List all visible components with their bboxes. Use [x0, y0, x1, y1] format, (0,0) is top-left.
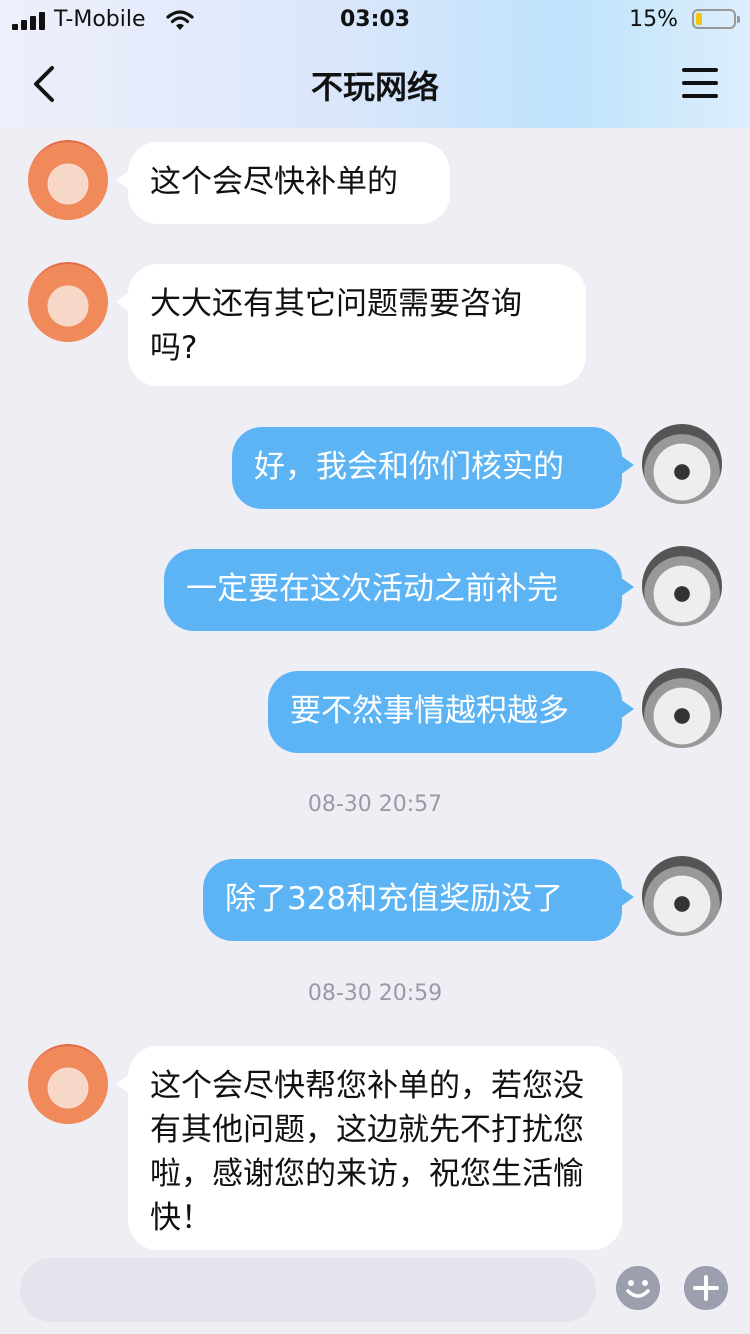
message-input[interactable]: [20, 1258, 596, 1322]
message-bubble-incoming[interactable]: 这个会尽快补单的: [116, 142, 450, 224]
message-text: 好，我会和你们核实的: [254, 449, 564, 485]
message-bubble-outgoing[interactable]: 要不然事情越积越多: [268, 671, 634, 753]
smiley-icon[interactable]: [616, 1266, 660, 1310]
timestamp: 08-30 20:59: [307, 981, 443, 1006]
chat-title: 不玩网络: [310, 68, 439, 106]
message-text: 除了328和充值奖励没了: [225, 881, 564, 917]
user-avatar[interactable]: [642, 424, 722, 504]
status-bar: T-Mobile 03:03 15%: [0, 0, 750, 40]
agent-avatar[interactable]: [28, 1044, 108, 1124]
message-text: 一定要在这次活动之前补完: [186, 571, 558, 607]
message-bubble-outgoing[interactable]: 一定要在这次活动之前补完: [164, 549, 634, 631]
agent-avatar[interactable]: [28, 140, 108, 220]
user-avatar[interactable]: [642, 856, 722, 936]
user-avatar[interactable]: [642, 546, 722, 626]
message-bubble-incoming[interactable]: 大大还有其它问题需要咨询吗?: [116, 264, 586, 386]
hamburger-menu-icon[interactable]: [682, 66, 718, 100]
battery-percent: 15%: [629, 7, 678, 32]
message-text: 这个会尽快补单的: [150, 164, 398, 200]
header-bar: T-Mobile 03:03 15% 不玩网络: [0, 0, 750, 128]
message-bubble-outgoing[interactable]: 好，我会和你们核实的: [232, 427, 634, 509]
message-bubble-incoming[interactable]: 这个会尽快帮您补单的，若您没有其他问题，这边就先不打扰您啦，感谢您的来访，祝您生…: [116, 1046, 622, 1250]
message-bubble-outgoing[interactable]: 除了328和充值奖励没了: [203, 859, 634, 941]
message-text: 这个会尽快帮您补单的，若您没有其他问题，这边就先不打扰您啦，感谢您的来访，祝您生…: [150, 1068, 584, 1236]
agent-avatar[interactable]: [28, 262, 108, 342]
battery-icon: [692, 9, 740, 29]
message-text: 要不然事情越积越多: [290, 693, 569, 729]
timestamp: 08-30 20:57: [307, 792, 443, 817]
message-text: 大大还有其它问题需要咨询吗?: [150, 286, 522, 366]
user-avatar[interactable]: [642, 668, 722, 748]
plus-icon[interactable]: [684, 1266, 728, 1310]
